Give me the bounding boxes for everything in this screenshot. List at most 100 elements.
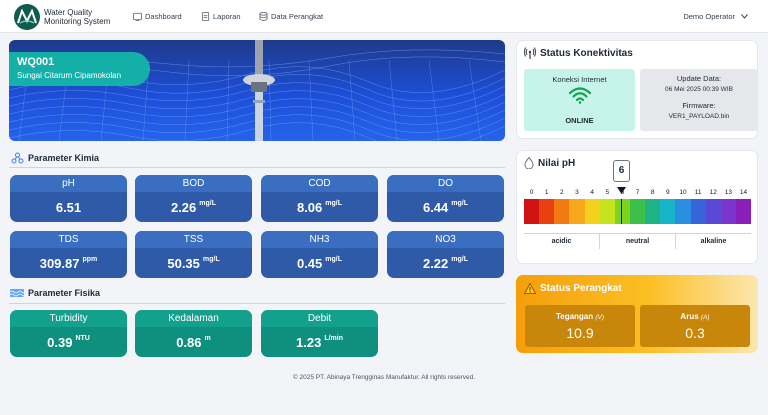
ph-tick-label: 0	[529, 189, 534, 196]
ph-color-segment	[539, 199, 555, 224]
param-card-do[interactable]: DO 6.44 mg/L	[387, 175, 504, 222]
param-value-row: 6.51	[10, 192, 127, 222]
update-label: Update Data:	[676, 74, 722, 83]
param-unit: NTU	[75, 334, 90, 342]
param-card-nh3[interactable]: NH3 0.45 mg/L	[261, 231, 378, 278]
internet-status: ONLINE	[565, 116, 594, 125]
ph-color-segment	[584, 199, 600, 224]
param-label: TDS	[10, 231, 127, 248]
param-value: 2.22	[422, 255, 449, 271]
param-unit: mg/L	[199, 199, 217, 207]
param-value: 0.45	[296, 255, 323, 271]
current-label: Arus	[680, 312, 699, 321]
ph-color-segment	[705, 199, 721, 224]
current-label-row: Arus (A)	[640, 312, 750, 321]
param-card-turbidity[interactable]: Turbidity 0.39 NTU	[10, 310, 127, 357]
param-value-row: 0.86 m	[135, 327, 252, 357]
param-value-row: 309.87 ppm	[10, 248, 127, 278]
ph-tick-label: 12	[709, 189, 717, 196]
param-card-bod[interactable]: BOD 2.26 mg/L	[135, 175, 252, 222]
param-value: 0.39	[47, 334, 73, 350]
divider	[9, 303, 505, 304]
param-card-tds[interactable]: TDS 309.87 ppm	[10, 231, 127, 278]
ph-tick-label: 10	[679, 189, 687, 196]
internet-status-box: Koneksi Internet ONLINE	[524, 69, 635, 131]
voltage-label-row: Tegangan (V)	[525, 312, 635, 321]
param-value-row: 8.06 mg/L	[261, 192, 378, 222]
station-location: Sungai Citarum Cipamokolan	[17, 71, 122, 80]
logo-mark-icon	[17, 9, 37, 24]
param-label: DO	[387, 175, 504, 192]
ph-tick-label: 13	[724, 189, 733, 196]
param-label: BOD	[135, 175, 252, 192]
internet-label: Koneksi Internet	[552, 75, 607, 84]
update-value: 06 Mei 2025 00:39 WIB	[665, 86, 733, 93]
param-label: Turbidity	[10, 310, 127, 327]
database-icon	[259, 12, 268, 21]
param-value: 8.06	[296, 199, 323, 215]
ph-color-segment	[720, 199, 736, 224]
wifi-icon	[569, 87, 591, 104]
param-label: COD	[261, 175, 378, 192]
param-unit: mg/L	[451, 199, 469, 207]
ph-tick-label: 1	[544, 189, 549, 196]
section-title-fisika-label: Parameter Fisika	[28, 288, 101, 298]
brand-name: Water Quality Monitoring System	[44, 8, 110, 26]
param-value-row: 1.23 L/min	[261, 327, 378, 357]
ph-color-segment	[599, 199, 615, 224]
report-icon	[201, 12, 210, 21]
param-unit: mg/L	[325, 199, 343, 207]
warning-icon	[524, 283, 536, 294]
ph-color-segment	[554, 199, 570, 224]
param-label: pH	[10, 175, 127, 192]
ph-color-segment	[629, 199, 646, 224]
app-logo[interactable]	[14, 4, 40, 30]
param-card-no3[interactable]: NO3 2.22 mg/L	[387, 231, 504, 278]
param-value: 6.44	[422, 199, 449, 215]
firmware-value: VER1_PAYLOAD.bin	[668, 113, 730, 120]
section-title-fisika: Parameter Fisika	[10, 288, 100, 298]
ph-tick-label: 2	[560, 189, 564, 196]
current-box: Arus (A) 0.3	[640, 305, 750, 347]
ph-category-neutral: neutral	[600, 234, 676, 249]
ph-color-segment	[524, 199, 540, 224]
param-unit: mg/L	[325, 255, 343, 263]
param-card-kedalaman[interactable]: Kedalaman 0.86 m	[135, 310, 252, 357]
ph-tick-label: 11	[694, 189, 702, 196]
param-unit: mg/L	[451, 255, 469, 263]
ph-panel-title-label: Nilai pH	[538, 157, 576, 169]
param-label: Kedalaman	[135, 310, 252, 327]
nav-data-perangkat[interactable]: Data Perangkat	[259, 12, 323, 21]
molecule-icon	[11, 152, 24, 164]
ph-tick-label: 8	[650, 189, 655, 196]
divider	[9, 167, 505, 168]
nav-dashboard[interactable]: Dashboard	[133, 12, 182, 21]
param-unit: mg/L	[202, 255, 220, 263]
param-value: 6.51	[55, 199, 82, 215]
ph-color-segment	[735, 199, 752, 224]
section-title-kimia: Parameter Kimia	[11, 152, 99, 164]
ph-color-segment	[675, 199, 691, 224]
chevron-down-icon	[741, 14, 748, 19]
param-label: NO3	[387, 231, 504, 248]
droplet-icon	[524, 157, 534, 169]
brand-line-2: Monitoring System	[44, 17, 111, 26]
top-bar: Water Quality Monitoring System Dashboar…	[0, 0, 768, 33]
param-value: 0.86	[176, 334, 202, 350]
ph-marker-line	[621, 199, 622, 224]
param-value: 1.23	[296, 334, 322, 350]
nav-laporan[interactable]: Laporan	[201, 12, 241, 21]
param-card-debit[interactable]: Debit 1.23 L/min	[261, 310, 378, 357]
nav-laporan-label: Laporan	[213, 12, 241, 21]
param-card-cod[interactable]: COD 8.06 mg/L	[261, 175, 378, 222]
device-status-title: Status Perangkat	[524, 283, 622, 294]
user-menu[interactable]: Demo Operator	[683, 12, 748, 21]
param-label: NH3	[261, 231, 378, 248]
param-card-tss[interactable]: TSS 50.35 mg/L	[135, 231, 252, 278]
param-card-ph[interactable]: pH 6.51	[10, 175, 127, 222]
water-wave-icon	[10, 289, 24, 297]
current-unit: (A)	[700, 314, 710, 321]
voltage-label: Tegangan	[555, 312, 594, 321]
ph-tick-label: 5	[605, 189, 610, 196]
param-unit: ppm	[82, 255, 98, 263]
